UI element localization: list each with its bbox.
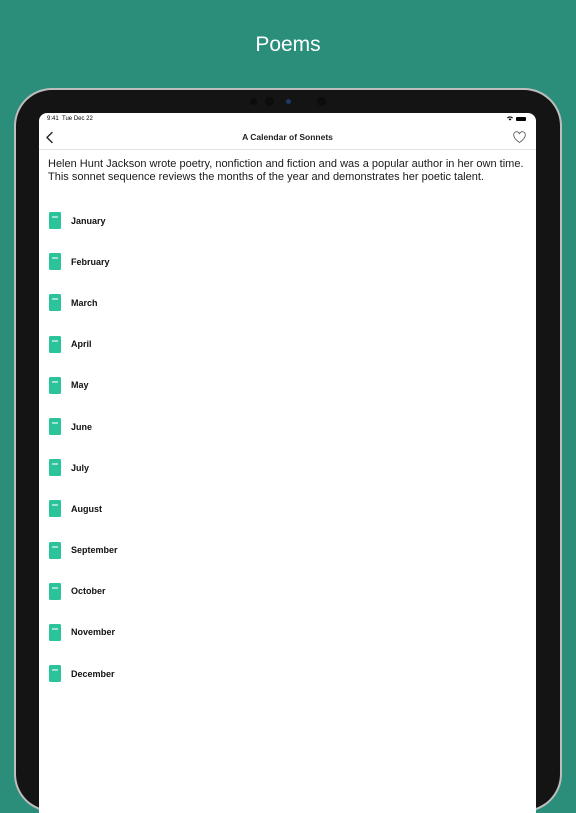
status-date: Tue Dec 22 — [62, 116, 93, 122]
book-icon — [49, 212, 61, 230]
sensor-icon — [265, 97, 274, 106]
list-item-label: November — [71, 627, 116, 638]
app-screen: 9:41 Tue Dec 22 A Calendar of Sonnets He… — [39, 113, 536, 813]
list-item-label: December — [71, 668, 115, 679]
list-item-label: April — [71, 339, 92, 350]
list-item-june[interactable]: June — [49, 406, 536, 447]
list-item-label: August — [71, 503, 102, 514]
status-clock: 9:41 — [47, 116, 59, 122]
page-title: A Calendar of Sonnets — [242, 132, 333, 142]
list-item-label: July — [71, 462, 90, 473]
list-item-december[interactable]: December — [49, 653, 536, 694]
list-item-label: June — [71, 421, 93, 432]
camera-array — [248, 96, 338, 108]
book-icon — [49, 376, 61, 394]
list-item-january[interactable]: January — [49, 200, 536, 241]
list-item-october[interactable]: October — [49, 571, 536, 612]
status-time: 9:41 Tue Dec 22 — [47, 116, 93, 122]
list-item-label: September — [71, 545, 118, 556]
intro-description: Helen Hunt Jackson wrote poetry, nonfict… — [48, 158, 524, 183]
favorite-button[interactable] — [513, 131, 526, 144]
list-item-label: May — [71, 380, 89, 391]
wifi-icon — [507, 116, 513, 121]
list-item-label: October — [71, 586, 106, 597]
list-item-label: February — [71, 256, 110, 267]
book-icon — [49, 541, 61, 559]
poem-list: January February March April May June Ju… — [49, 200, 536, 694]
book-icon — [49, 665, 61, 683]
status-bar: 9:41 Tue Dec 22 — [39, 113, 536, 127]
list-item-september[interactable]: September — [49, 530, 536, 571]
book-icon — [49, 294, 61, 312]
promo-title: Poems — [255, 33, 321, 56]
camera-icon — [286, 99, 291, 104]
book-icon — [49, 582, 61, 600]
status-icons — [507, 116, 526, 121]
book-icon — [49, 500, 61, 518]
sensor-icon — [317, 97, 326, 106]
list-item-november[interactable]: November — [49, 612, 536, 653]
book-icon — [49, 623, 61, 641]
list-item-july[interactable]: July — [49, 447, 536, 488]
book-icon — [49, 459, 61, 477]
sensor-icon — [303, 100, 305, 102]
list-item-label: March — [71, 297, 98, 308]
battery-icon — [516, 116, 526, 121]
book-icon — [49, 335, 61, 353]
list-item-april[interactable]: April — [49, 324, 536, 365]
heart-outline-icon — [513, 131, 526, 144]
navigation-bar: A Calendar of Sonnets — [39, 127, 536, 150]
book-icon — [49, 253, 61, 271]
list-item-may[interactable]: May — [49, 365, 536, 406]
sensor-icon — [250, 98, 257, 105]
list-item-march[interactable]: March — [49, 282, 536, 323]
list-item-august[interactable]: August — [49, 488, 536, 529]
list-item-label: January — [71, 215, 106, 226]
list-item-february[interactable]: February — [49, 241, 536, 282]
book-icon — [49, 418, 61, 436]
